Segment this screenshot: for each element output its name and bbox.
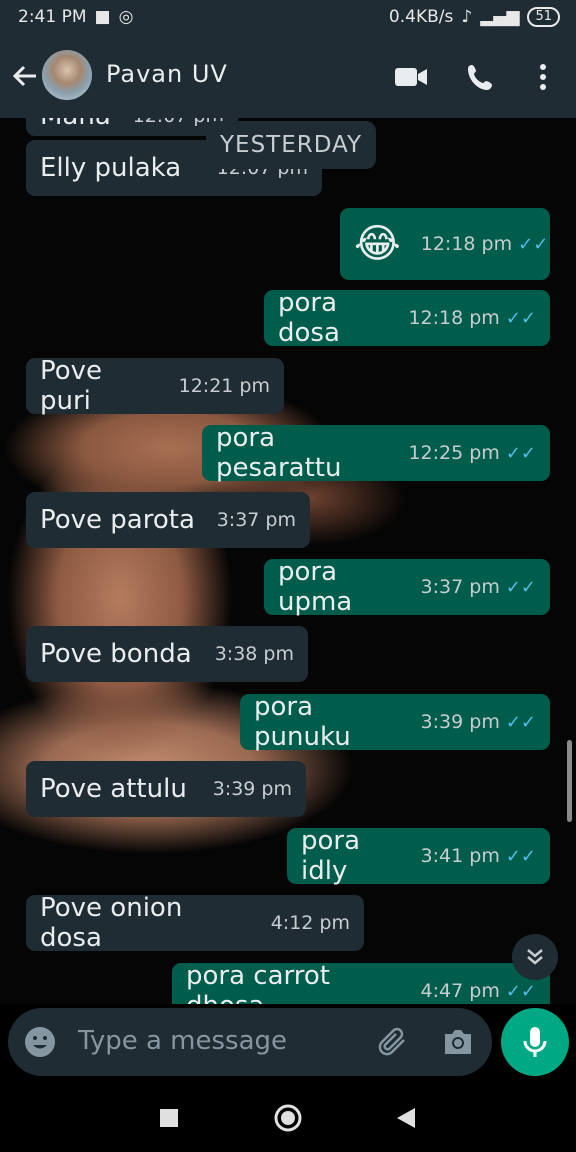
message-time: 3:41 pm — [420, 845, 500, 867]
back-nav-icon[interactable] — [388, 1100, 424, 1136]
message-bubble-incoming[interactable]: Pove bonda 3:38 pm — [26, 626, 308, 682]
message-time: 3:39 pm — [212, 778, 292, 800]
contact-name[interactable]: Pavan UV — [106, 60, 228, 88]
message-text: pora upma — [278, 557, 353, 617]
message-bubble-outgoing[interactable]: pora punuku 3:39 pm ✓✓ — [240, 692, 550, 752]
back-arrow-icon[interactable] — [10, 58, 40, 94]
message-text: Pove puri — [40, 356, 103, 416]
message-time: 12:21 pm — [178, 375, 270, 397]
read-ticks-icon: ✓✓ — [505, 845, 536, 867]
message-text: Pove parota — [40, 505, 195, 535]
status-bar: 2:41 PM ■ ◎ 0.4KB/s ♪ ▂▄▆ 51 — [0, 0, 576, 36]
message-bubble-outgoing[interactable]: pora dosa 12:18 pm ✓✓ — [264, 288, 550, 348]
read-ticks-icon: ✓✓ — [505, 442, 536, 464]
emoji-icon[interactable] — [24, 1026, 56, 1062]
message-bubble-incoming[interactable]: Pove parota 3:37 pm — [26, 492, 310, 548]
camera-icon[interactable] — [442, 1028, 474, 1060]
message-bubble-incoming[interactable]: Pove attulu 3:39 pm — [26, 761, 306, 817]
message-time: 12:25 pm — [408, 442, 500, 464]
network-speed: 0.4KB/s — [388, 7, 454, 27]
more-vert-icon[interactable] — [522, 56, 564, 98]
message-bubble-incoming[interactable]: Pove puri 12:21 pm — [26, 356, 284, 416]
message-text: Pove onion dosa — [40, 893, 183, 953]
message-time: 12:18 pm — [408, 307, 500, 329]
read-ticks-icon: ✓✓ — [505, 576, 536, 598]
status-time: 2:41 PM — [18, 7, 87, 27]
message-bubble-outgoing[interactable]: pora idly 3:41 pm ✓✓ — [287, 826, 550, 886]
read-ticks-icon: ✓✓ — [518, 233, 549, 255]
date-separator: YESTERDAY — [206, 121, 377, 169]
read-ticks-icon: ✓✓ — [505, 307, 536, 329]
signal-icon: ▂▄▆ — [480, 7, 520, 27]
message-time: 4:12 pm — [270, 912, 350, 934]
message-text: pora punuku — [254, 692, 351, 752]
message-composer[interactable]: Type a message — [8, 1008, 492, 1076]
video-notification-icon: ■ — [94, 7, 111, 27]
attach-icon[interactable] — [376, 1026, 410, 1062]
scroll-down-icon[interactable] — [512, 934, 558, 980]
message-text: 😂 — [354, 221, 401, 267]
message-time: 3:37 pm — [216, 509, 296, 531]
alarm-off-icon: ♪ — [461, 7, 473, 27]
message-text: Elly pulaka — [40, 153, 182, 183]
recent-apps-icon[interactable] — [151, 1100, 187, 1136]
message-text: pora pesarattu — [216, 423, 342, 483]
scrollbar[interactable] — [567, 740, 572, 822]
avatar[interactable] — [42, 50, 92, 100]
message-input[interactable]: Type a message — [78, 1026, 287, 1056]
video-call-icon[interactable] — [390, 56, 432, 98]
chat-header: Pavan UV — [0, 36, 576, 118]
message-time: 4:47 pm — [420, 980, 500, 1002]
mic-icon[interactable] — [501, 1008, 569, 1076]
message-time: 3:39 pm — [420, 711, 500, 733]
chat-area[interactable]: Mana 12:07 pm Elly pulaka 12:07 pm YESTE… — [0, 118, 576, 1004]
message-bubble-incoming[interactable]: Pove onion dosa 4:12 pm — [26, 893, 364, 953]
message-bubble-outgoing[interactable]: pora carrot dhosa 4:47 pm✓✓ — [172, 961, 550, 1004]
message-text: pora carrot dhosa — [186, 961, 330, 1004]
message-bubble-outgoing[interactable]: 😂 12:18 pm ✓✓ — [340, 208, 550, 280]
instagram-notification-icon: ◎ — [118, 7, 134, 27]
message-bubble-outgoing[interactable]: pora upma 3:37 pm ✓✓ — [264, 557, 550, 617]
home-icon[interactable] — [270, 1100, 306, 1136]
message-text: Mana — [40, 118, 111, 131]
message-time: 12:18 pm — [420, 233, 513, 255]
read-ticks-icon: ✓✓ — [505, 980, 536, 1002]
system-nav-bar — [0, 1082, 576, 1152]
message-time: 3:38 pm — [214, 643, 294, 665]
message-text: pora dosa — [278, 288, 340, 348]
phone-icon[interactable] — [460, 56, 502, 98]
battery-level: 51 — [527, 7, 560, 27]
message-time: 3:37 pm — [420, 576, 500, 598]
message-bubble-outgoing[interactable]: pora pesarattu 12:25 pm ✓✓ — [202, 423, 550, 483]
message-text: Pove attulu — [40, 774, 187, 804]
message-text: pora idly — [301, 826, 361, 886]
read-ticks-icon: ✓✓ — [505, 711, 536, 733]
message-text: Pove bonda — [40, 639, 192, 669]
